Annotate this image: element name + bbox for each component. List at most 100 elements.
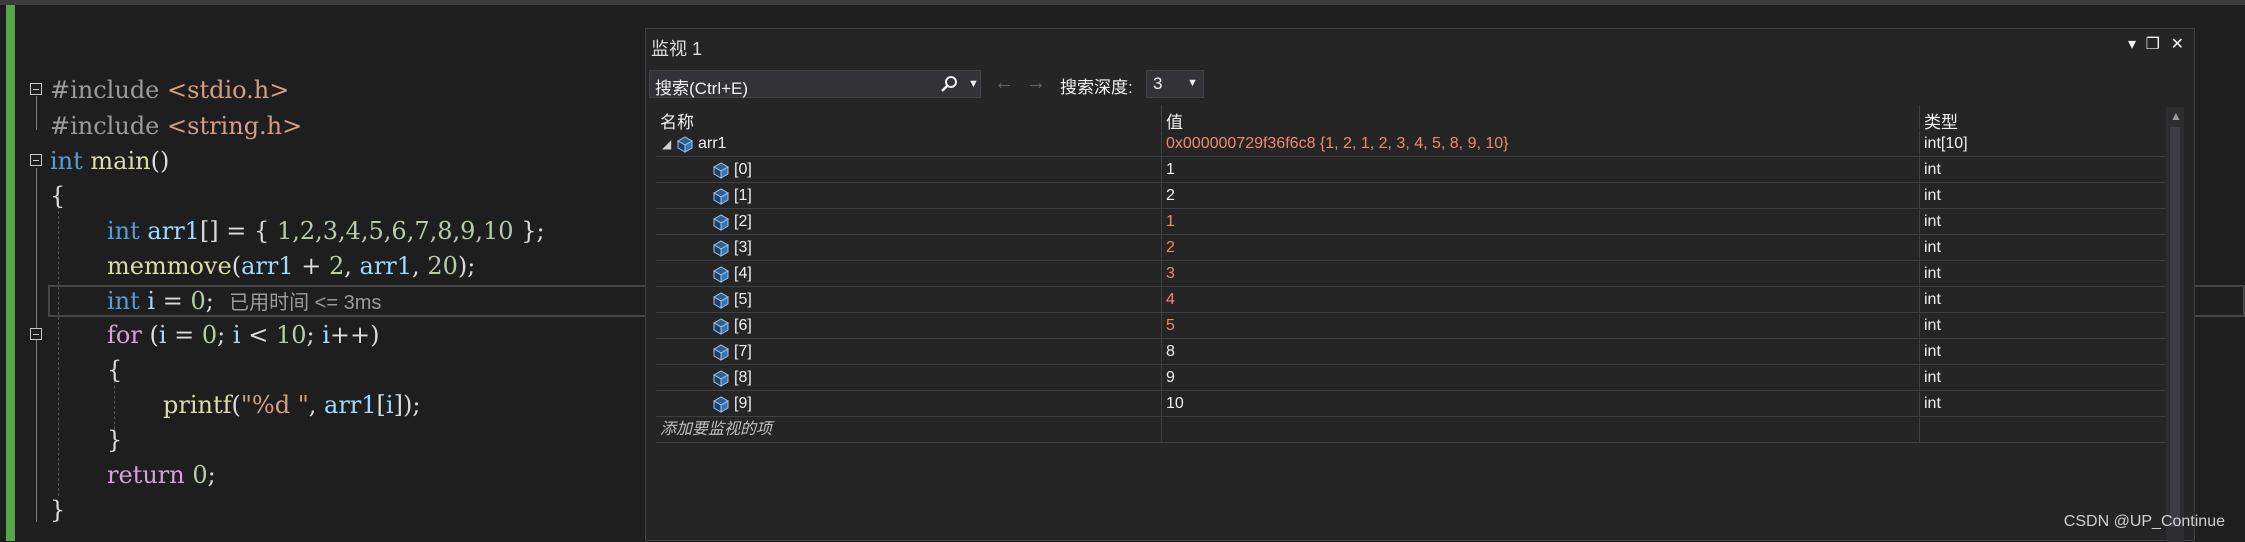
scroll-thumb[interactable] [2170,127,2180,527]
collapse-for-icon[interactable] [30,328,42,340]
vertical-scrollbar[interactable]: ▲ [2166,107,2184,542]
column-header-type[interactable]: 类型 [1920,105,2172,132]
watch-row-element[interactable]: [3] 2 int [656,235,2172,261]
collapse-arrow-icon[interactable]: ◢ [662,131,676,157]
elapsed-time-hint: 已用时间 <= 3ms [229,292,382,314]
close-icon[interactable]: ✕ [2171,34,2184,54]
watch-value-cell[interactable]: 2 [1162,235,1920,261]
number: 10 [275,321,307,349]
chevron-down-icon: ▼ [1187,77,1198,89]
watch-type-cell: int [1924,239,1941,256]
watch-value-cell[interactable]: 4 [1162,287,1920,313]
preprocessor: #include [50,112,168,140]
watch-type-cell: int [1924,291,1941,308]
back-arrow-icon[interactable]: ← [994,72,1014,95]
column-header-value[interactable]: 值 [1162,105,1920,132]
variable: arr1 [241,252,294,280]
watch-name-cell[interactable]: [7] [656,339,1162,365]
watch-type-cell: int [1924,213,1941,230]
watch-row-element[interactable]: [8] 9 int [656,365,2172,391]
search-depth-select[interactable]: 3 ▼ [1146,70,1204,98]
watch-value-cell[interactable]: 3 [1162,261,1920,287]
punctuation: ]); [393,391,421,419]
search-icon[interactable] [940,75,958,98]
watch-name: [0] [734,161,752,178]
number: 0 [192,461,208,489]
code-line-11: } [107,424,122,456]
operator: ++) [329,321,380,349]
watch-name-cell[interactable]: [1] [656,183,1162,209]
watch-row-element[interactable]: [0] 1 int [656,157,2172,183]
code-line-10: printf("%d ", arr1[i]); [163,389,420,421]
watch-row-arr1[interactable]: ◢ arr1 0x000000729f36f6c8 {1, 2, 1, 2, 3, … [656,131,2172,157]
search-options-chevron-icon[interactable]: ▼ [968,78,979,90]
code-line-12: return 0; [107,459,216,491]
watch-value-cell[interactable]: 5 [1162,313,1920,339]
watch-value-cell[interactable]: 2 [1162,183,1920,209]
watch-row-element[interactable]: [4] 3 int [656,261,2172,287]
watch-name-cell[interactable]: ◢ arr1 [656,131,1162,157]
function-name: printf [163,391,232,419]
watch-row-element[interactable]: [2] 1 int [656,209,2172,235]
watch-row-element[interactable]: [6] 5 int [656,313,2172,339]
variable: i [322,321,330,349]
search-placeholder: 搜索(Ctrl+E) [655,79,749,98]
maximize-icon[interactable]: ❐ [2146,34,2160,54]
brace: } [50,496,66,524]
keyword: return [107,461,185,489]
watch-value-cell[interactable]: 0x000000729f36f6c8 {1, 2, 1, 2, 3, 4, 5,… [1162,131,1920,157]
watch-type-cell: int [1924,317,1941,334]
watch-row-element[interactable]: [7] 8 int [656,339,2172,365]
watch-name: [3] [734,239,752,256]
watch-name-cell[interactable]: [4] [656,261,1162,287]
watch-name-cell[interactable]: [0] [656,157,1162,183]
watch-name-cell[interactable]: [9] [656,391,1162,417]
watch-row-element[interactable]: [5] 4 int [656,287,2172,313]
watch-name-cell[interactable]: [8] [656,365,1162,391]
forward-arrow-icon[interactable]: → [1026,72,1046,95]
watch-name: [4] [734,265,752,282]
brace: } [107,426,123,454]
watch-name-cell[interactable]: [5] [656,287,1162,313]
window-dropdown-icon[interactable]: ▾ [2128,34,2136,54]
watch-value-cell[interactable]: 1 [1162,209,1920,235]
empty-type-cell [1920,417,2172,443]
punctuation: ; [207,461,216,489]
search-input[interactable]: 搜索(Ctrl+E) ▼ [649,70,981,98]
watch-name-cell[interactable]: [2] [656,209,1162,235]
watch-name: [1] [734,187,752,204]
search-depth-value: 3 [1153,74,1163,93]
watch-value-cell[interactable]: 1 [1162,157,1920,183]
add-watch-row[interactable]: 添加要监视的项 [656,417,2172,443]
punctuation: ; [205,287,214,315]
watch-value-cell[interactable]: 8 [1162,339,1920,365]
watch-window[interactable]: 监视 1 ▾ ❐ ✕ 搜索(Ctrl+E) ▼ ← → 搜索深度: 3 ▼ 名称… [645,28,2195,542]
code-line-4: { [50,180,65,212]
code-line-3: int main() [50,145,169,177]
collapse-include-icon[interactable] [30,83,42,95]
watch-name: [8] [734,369,752,386]
brace: { [50,182,66,210]
watch-name: [9] [734,395,752,412]
watch-name-cell[interactable]: [6] [656,313,1162,339]
watch-row-element[interactable]: [9] 10 int [656,391,2172,417]
variable: arr1 [139,217,200,245]
watch-value-cell[interactable]: 9 [1162,365,1920,391]
numbers: 1,2,3,4,5,6,7,8,9,10 [276,217,514,245]
operator: = [155,287,191,315]
variable: arr1 [359,252,413,280]
punctuation: , [344,252,360,280]
punctuation: }; [513,217,545,245]
punctuation: ); [457,252,476,280]
column-header-name[interactable]: 名称 [656,105,1162,132]
watch-value-cell[interactable]: 10 [1162,391,1920,417]
watch-name-cell[interactable]: [3] [656,235,1162,261]
variable: i [139,287,156,315]
collapse-main-icon[interactable] [30,154,42,166]
watch-type-cell: int [1924,187,1941,204]
variable-cube-icon [712,369,734,387]
scroll-up-icon[interactable]: ▲ [2170,109,2182,123]
punctuation: ( [231,391,241,419]
add-watch-item-input[interactable]: 添加要监视的项 [656,417,1162,443]
watch-row-element[interactable]: [1] 2 int [656,183,2172,209]
